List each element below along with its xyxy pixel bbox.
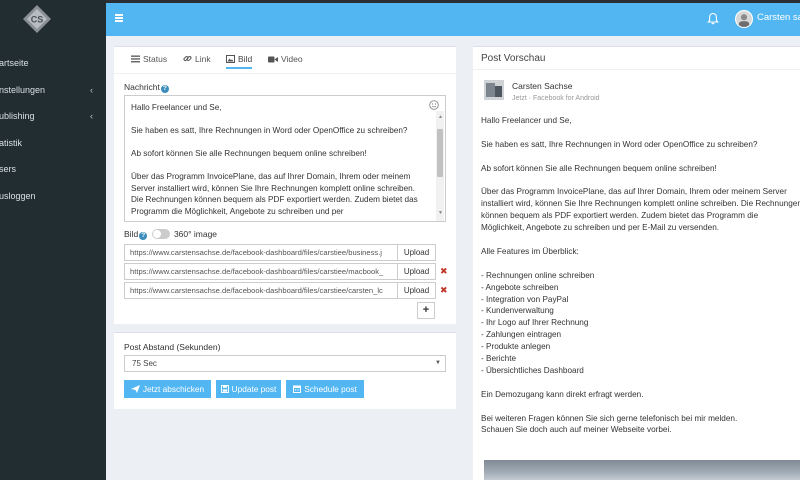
message-paragraph: Hallo Freelancer und Se, xyxy=(131,103,222,112)
help-icon[interactable]: ? xyxy=(139,232,148,240)
sidebar: CS artseite nstellungen ‹ ublishing ‹ atistik… xyxy=(0,0,106,480)
preview-title: Post Vorschau xyxy=(473,47,800,70)
paper-plane-icon xyxy=(130,385,140,393)
sidebar-item-label: ublishing xyxy=(0,111,35,121)
post-preview-panel: Post Vorschau Carsten Sachse Jetzt · Fac… xyxy=(473,46,800,480)
add-image-button[interactable]: + xyxy=(417,302,435,319)
send-now-button[interactable]: Jetzt abschicken xyxy=(124,380,211,398)
upload-button[interactable]: Upload xyxy=(398,282,436,299)
image-options-row: Bild? 360° image xyxy=(124,229,217,240)
message-paragraph: Sie haben es satt, Ihre Rechnungen in Wo… xyxy=(131,126,408,135)
update-post-label: Update post xyxy=(231,384,277,394)
image-360-label: 360° image xyxy=(173,229,218,239)
interval-value: 75 Sec xyxy=(132,359,157,368)
upload-button[interactable]: Upload xyxy=(398,263,436,280)
image-url-row: https://www.carstensachse.de/facebook-da… xyxy=(124,244,436,261)
preview-paragraph: Bei weiteren Fragen können Sie sich gern… xyxy=(481,413,738,435)
sidebar-item[interactable]: atistik xyxy=(0,130,106,157)
sidebar-item-label: artseite xyxy=(0,58,29,68)
preview-paragraph: Sie haben es satt, Ihre Rechnungen in Wo… xyxy=(481,139,758,149)
interval-label: Post Abstand (Sekunden) xyxy=(124,342,221,352)
send-now-label: Jetzt abschicken xyxy=(142,384,205,394)
remove-image-icon[interactable]: ✖ xyxy=(440,266,448,277)
image-url-row: https://www.carstensachse.de/facebook-da… xyxy=(124,263,448,280)
bell-icon[interactable] xyxy=(707,12,719,26)
calendar-icon xyxy=(293,385,302,393)
sidebar-item[interactable]: ublishing ‹ xyxy=(0,103,106,130)
scroll-up-icon[interactable]: ▲ xyxy=(438,112,443,124)
list-icon xyxy=(131,55,140,63)
message-label-text: Nachricht xyxy=(124,82,160,92)
update-post-button[interactable]: Update post xyxy=(216,380,281,398)
image-url-row: https://www.carstensachse.de/facebook-da… xyxy=(124,282,448,299)
video-icon xyxy=(268,56,278,63)
message-paragraph: Über das Programm InvoicePlane, das auf … xyxy=(131,172,418,216)
preview-author-name: Carsten Sachse xyxy=(512,81,573,91)
preview-paragraph: Ein Demozugang kann direkt erfragt werde… xyxy=(481,389,644,399)
image-url-input[interactable]: https://www.carstensachse.de/facebook-da… xyxy=(124,282,398,299)
image-icon xyxy=(226,55,235,63)
sidebar-item-label: nstellungen xyxy=(0,84,46,95)
tab-bild-label: Bild xyxy=(238,54,253,64)
textarea-scroll-thumb[interactable] xyxy=(437,129,443,177)
main-content: Status Link Bild Video Nachricht? Hallo … xyxy=(106,36,800,480)
sidebar-item[interactable]: sers xyxy=(0,156,106,183)
message-paragraph: Ab sofort können Sie alle Rechnungen beq… xyxy=(131,149,367,158)
sidebar-item-label: atistik xyxy=(0,137,23,148)
save-icon xyxy=(220,385,229,393)
chevron-left-icon: ‹ xyxy=(90,111,93,121)
tab-bild[interactable]: Bild xyxy=(226,54,253,69)
message-textarea[interactable]: Hallo Freelancer und Se, Sie haben es sat… xyxy=(124,95,446,222)
schedule-post-button[interactable]: Schedule post xyxy=(286,380,364,398)
user-name[interactable]: Carsten sachse xyxy=(757,12,800,23)
top-navbar: Carsten sachse xyxy=(106,3,800,36)
preview-post-image xyxy=(484,460,800,480)
tab-status-label: Status xyxy=(143,54,168,64)
help-icon[interactable]: ? xyxy=(160,85,169,93)
message-text: Hallo Freelancer und Se, Sie haben es sat… xyxy=(131,102,427,217)
preview-paragraph: - Rechnungen online schreiben - Angebote… xyxy=(481,270,595,375)
tab-link[interactable]: Link xyxy=(183,54,211,67)
chevron-left-icon: ‹ xyxy=(90,84,93,95)
preview-post-body: Hallo Freelancer und Se, Sie haben es sat… xyxy=(481,115,800,448)
schedule-post-label: Schedule post xyxy=(304,384,357,394)
sidebar-menu: artseite nstellungen ‹ ublishing ‹ atistik ser… xyxy=(0,50,106,209)
message-label: Nachricht? xyxy=(124,82,169,93)
preview-post-meta: Jetzt · Facebook for Android xyxy=(512,95,600,102)
preview-paragraph: Hallo Freelancer und Se, xyxy=(481,116,572,125)
user-avatar[interactable] xyxy=(735,10,753,28)
tab-status[interactable]: Status xyxy=(131,54,167,67)
interval-select[interactable]: 75 Sec ▼ xyxy=(124,355,446,372)
preview-author-avatar xyxy=(484,80,504,100)
link-icon xyxy=(183,55,192,62)
sidebar-item-label: usloggen xyxy=(0,190,36,201)
post-type-tabs: Status Link Bild Video xyxy=(114,47,456,74)
tab-video[interactable]: Video xyxy=(268,54,303,67)
logo-icon[interactable]: CS xyxy=(22,4,52,34)
image-url-input[interactable]: https://www.carstensachse.de/facebook-da… xyxy=(124,263,398,280)
preview-paragraph: Ab sofort können Sie alle Rechnungen beq… xyxy=(481,163,717,173)
composer-panel: Status Link Bild Video Nachricht? Hallo … xyxy=(114,46,456,324)
tab-video-label: Video xyxy=(281,54,303,64)
image-url-input[interactable]: https://www.carstensachse.de/facebook-da… xyxy=(124,244,398,261)
sidebar-item[interactable]: nstellungen ‹ xyxy=(0,77,106,104)
preview-paragraph: Über das Programm InvoicePlane, das auf … xyxy=(481,187,800,233)
sidebar-item[interactable]: usloggen xyxy=(0,183,106,210)
menu-toggle-icon[interactable] xyxy=(115,14,123,22)
image-360-toggle[interactable] xyxy=(151,229,170,239)
svg-text:CS: CS xyxy=(31,15,44,25)
preview-paragraph: Alle Features im Überblick: xyxy=(481,246,579,256)
upload-button[interactable]: Upload xyxy=(398,244,436,261)
tab-link-label: Link xyxy=(195,54,211,64)
bild-label: Bild xyxy=(124,229,139,239)
emoji-icon[interactable] xyxy=(429,100,439,110)
sidebar-item[interactable]: artseite xyxy=(0,50,106,77)
remove-image-icon[interactable]: ✖ xyxy=(440,285,448,296)
sidebar-item-label: sers xyxy=(0,164,17,174)
caret-down-icon: ▼ xyxy=(435,360,441,366)
scroll-down-icon[interactable]: ▼ xyxy=(438,208,443,220)
schedule-panel: Post Abstand (Sekunden) 75 Sec ▼ Jetzt a… xyxy=(114,332,456,409)
